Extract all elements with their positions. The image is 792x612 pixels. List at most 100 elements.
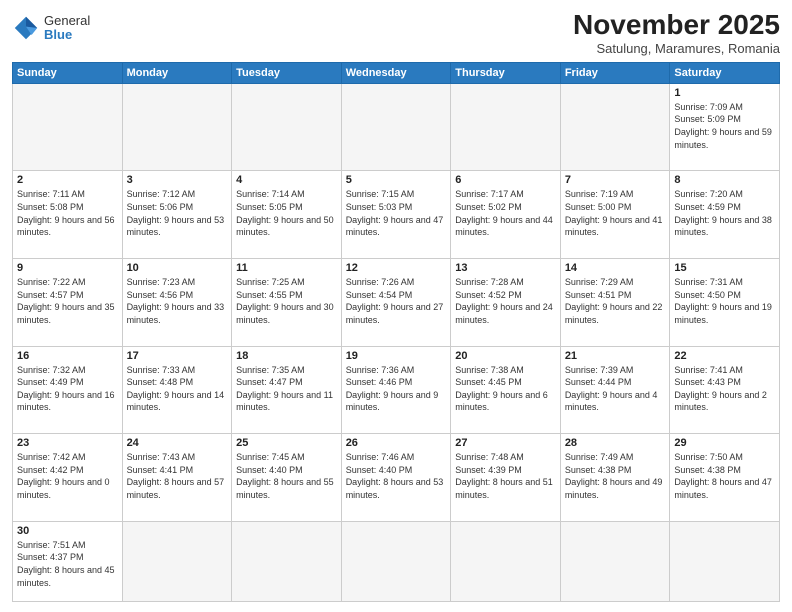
table-row: 4Sunrise: 7:14 AMSunset: 5:05 PMDaylight… [232,171,342,259]
day-number: 27 [455,437,556,449]
table-row: 18Sunrise: 7:35 AMSunset: 4:47 PMDayligh… [232,346,342,434]
day-info: Sunrise: 7:22 AMSunset: 4:57 PMDaylight:… [17,276,118,326]
table-row: 13 Sunrise: 7:28 AMSunset: 4:52 PMDayligh… [451,258,561,346]
day-info: Sunrise: 7:36 AMSunset: 4:46 PMDaylight:… [346,364,447,414]
day-info: Sunrise: 7:14 AMSunset: 5:05 PMDaylight:… [236,188,337,238]
table-row: 7 Sunrise: 7:19 AMSunset: 5:00 PMDaylight… [560,171,670,259]
header-thursday: Thursday [451,62,561,83]
day-info: Sunrise: 7:15 AMSunset: 5:03 PMDaylight:… [346,188,447,238]
title-section: November 2025 Satulung, Maramures, Roman… [573,10,780,56]
table-row: 26 Sunrise: 7:46 AMSunset: 4:40 PMDayligh… [341,434,451,522]
day-info: Sunrise: 7:09 AMSunset: 5:09 PMDaylight:… [674,101,775,151]
day-info: Sunrise: 7:31 AMSunset: 4:50 PMDaylight:… [674,276,775,326]
table-row: 23Sunrise: 7:42 AMSunset: 4:42 PMDayligh… [13,434,123,522]
logo: General Blue [12,14,90,43]
table-row: 10Sunrise: 7:23 AMSunset: 4:56 PMDayligh… [122,258,232,346]
table-row: 2Sunrise: 7:11 AMSunset: 5:08 PMDaylight… [13,171,123,259]
calendar-week-row: 23Sunrise: 7:42 AMSunset: 4:42 PMDayligh… [13,434,780,522]
page: General Blue November 2025 Satulung, Mar… [0,0,792,612]
day-number: 6 [455,174,556,186]
day-number: 25 [236,437,337,449]
table-row [341,83,451,171]
day-info: Sunrise: 7:17 AMSunset: 5:02 PMDaylight:… [455,188,556,238]
day-info: Sunrise: 7:28 AMSunset: 4:52 PMDaylight:… [455,276,556,326]
table-row: 14Sunrise: 7:29 AMSunset: 4:51 PMDayligh… [560,258,670,346]
calendar-week-row: 2Sunrise: 7:11 AMSunset: 5:08 PMDaylight… [13,171,780,259]
day-info: Sunrise: 7:32 AMSunset: 4:49 PMDaylight:… [17,364,118,414]
table-row: 11 Sunrise: 7:25 AMSunset: 4:55 PMDayligh… [232,258,342,346]
logo-text: General Blue [44,14,90,43]
day-number: 12 [346,262,447,274]
day-info: Sunrise: 7:26 AMSunset: 4:54 PMDaylight:… [346,276,447,326]
day-number: 30 [17,525,118,537]
day-info: Sunrise: 7:11 AMSunset: 5:08 PMDaylight:… [17,188,118,238]
day-info: Sunrise: 7:42 AMSunset: 4:42 PMDaylight:… [17,451,118,501]
day-info: Sunrise: 7:35 AMSunset: 4:47 PMDaylight:… [236,364,337,414]
day-info: Sunrise: 7:25 AMSunset: 4:55 PMDaylight:… [236,276,337,326]
calendar-week-row: 9Sunrise: 7:22 AMSunset: 4:57 PMDaylight… [13,258,780,346]
day-number: 22 [674,350,775,362]
table-row: 15Sunrise: 7:31 AMSunset: 4:50 PMDayligh… [670,258,780,346]
day-number: 19 [346,350,447,362]
day-info: Sunrise: 7:29 AMSunset: 4:51 PMDaylight:… [565,276,666,326]
header-saturday: Saturday [670,62,780,83]
table-row [122,521,232,601]
calendar: Sunday Monday Tuesday Wednesday Thursday… [12,62,780,602]
day-info: Sunrise: 7:46 AMSunset: 4:40 PMDaylight:… [346,451,447,501]
day-number: 3 [127,174,228,186]
table-row: 9Sunrise: 7:22 AMSunset: 4:57 PMDaylight… [13,258,123,346]
day-number: 8 [674,174,775,186]
table-row: 6 Sunrise: 7:17 AMSunset: 5:02 PMDaylight… [451,171,561,259]
day-number: 13 [455,262,556,274]
table-row [560,83,670,171]
day-number: 26 [346,437,447,449]
header-tuesday: Tuesday [232,62,342,83]
table-row: 1Sunrise: 7:09 AMSunset: 5:09 PMDaylight… [670,83,780,171]
calendar-week-row: 1Sunrise: 7:09 AMSunset: 5:09 PMDaylight… [13,83,780,171]
table-row [451,521,561,601]
day-info: Sunrise: 7:51 AMSunset: 4:37 PMDaylight:… [17,539,118,589]
table-row: 19 Sunrise: 7:36 AMSunset: 4:46 PMDayligh… [341,346,451,434]
table-row: 8 Sunrise: 7:20 AMSunset: 4:59 PMDaylight… [670,171,780,259]
table-row: 21 Sunrise: 7:39 AMSunset: 4:44 PMDayligh… [560,346,670,434]
table-row: 16Sunrise: 7:32 AMSunset: 4:49 PMDayligh… [13,346,123,434]
day-number: 7 [565,174,666,186]
day-info: Sunrise: 7:19 AMSunset: 5:00 PMDaylight:… [565,188,666,238]
table-row [560,521,670,601]
table-row: 24 Sunrise: 7:43 AMSunset: 4:41 PMDayligh… [122,434,232,522]
table-row: 20Sunrise: 7:38 AMSunset: 4:45 PMDayligh… [451,346,561,434]
day-info: Sunrise: 7:48 AMSunset: 4:39 PMDaylight:… [455,451,556,501]
day-info: Sunrise: 7:20 AMSunset: 4:59 PMDaylight:… [674,188,775,238]
header-monday: Monday [122,62,232,83]
table-row [13,83,123,171]
day-info: Sunrise: 7:41 AMSunset: 4:43 PMDaylight:… [674,364,775,414]
day-info: Sunrise: 7:39 AMSunset: 4:44 PMDaylight:… [565,364,666,414]
day-number: 11 [236,262,337,274]
day-info: Sunrise: 7:43 AMSunset: 4:41 PMDaylight:… [127,451,228,501]
day-number: 29 [674,437,775,449]
subtitle: Satulung, Maramures, Romania [573,41,780,56]
table-row: 17Sunrise: 7:33 AMSunset: 4:48 PMDayligh… [122,346,232,434]
calendar-week-row: 30 Sunrise: 7:51 AMSunset: 4:37 PMDayligh… [13,521,780,601]
table-row: 28Sunrise: 7:49 AMSunset: 4:38 PMDayligh… [560,434,670,522]
table-row [670,521,780,601]
header-sunday: Sunday [13,62,123,83]
weekday-header-row: Sunday Monday Tuesday Wednesday Thursday… [13,62,780,83]
table-row: 29Sunrise: 7:50 AMSunset: 4:38 PMDayligh… [670,434,780,522]
day-number: 21 [565,350,666,362]
header-friday: Friday [560,62,670,83]
day-number: 17 [127,350,228,362]
day-number: 10 [127,262,228,274]
day-number: 28 [565,437,666,449]
day-number: 20 [455,350,556,362]
day-number: 24 [127,437,228,449]
day-number: 5 [346,174,447,186]
table-row [341,521,451,601]
table-row: 12 Sunrise: 7:26 AMSunset: 4:54 PMDayligh… [341,258,451,346]
table-row: 30 Sunrise: 7:51 AMSunset: 4:37 PMDayligh… [13,521,123,601]
day-info: Sunrise: 7:12 AMSunset: 5:06 PMDaylight:… [127,188,228,238]
table-row: 5 Sunrise: 7:15 AMSunset: 5:03 PMDaylight… [341,171,451,259]
day-info: Sunrise: 7:45 AMSunset: 4:40 PMDaylight:… [236,451,337,501]
table-row: 25 Sunrise: 7:45 AMSunset: 4:40 PMDayligh… [232,434,342,522]
table-row: 27 Sunrise: 7:48 AMSunset: 4:39 PMDayligh… [451,434,561,522]
